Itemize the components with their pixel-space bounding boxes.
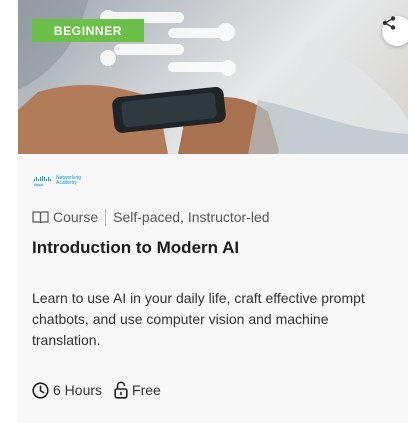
description-line: Learn to use AI in your daily life, craf… [32,290,365,306]
course-title[interactable]: Introduction to Modern AI [32,238,239,258]
description-line: translation. [32,332,101,348]
course-description: Learn to use AI in your daily life, craf… [32,288,408,351]
meta-divider [105,208,107,226]
share-button[interactable] [382,16,408,46]
price-text: Free [132,382,161,398]
cisco-logo-icon: cisco [34,176,51,186]
duration-info: 6 Hours [32,381,103,399]
course-hero-image: BEGINNER [18,0,408,154]
course-footer: 6 Hours Free [32,381,161,399]
course-pacing: Self-paced, Instructor-led [113,209,270,225]
course-card[interactable]: BEGINNER cisco Networking Academy Course… [18,0,408,423]
level-badge: BEGINNER [32,19,144,42]
provider-line-2: Academy [56,180,77,186]
share-icon [382,16,396,30]
cisco-wordmark: cisco [34,183,43,186]
lock-icon [114,381,128,399]
course-type: Course [53,209,99,225]
price-info: Free [114,381,161,399]
description-line: chatbots, and use computer vision and ma… [32,311,329,327]
provider-name: Networking Academy [56,176,81,186]
duration-text: 6 Hours [53,382,103,398]
course-meta: Course Self-paced, Instructor-led [32,208,270,226]
book-icon [32,210,49,224]
clock-icon [32,381,49,399]
provider-logo: cisco Networking Academy [34,176,81,186]
